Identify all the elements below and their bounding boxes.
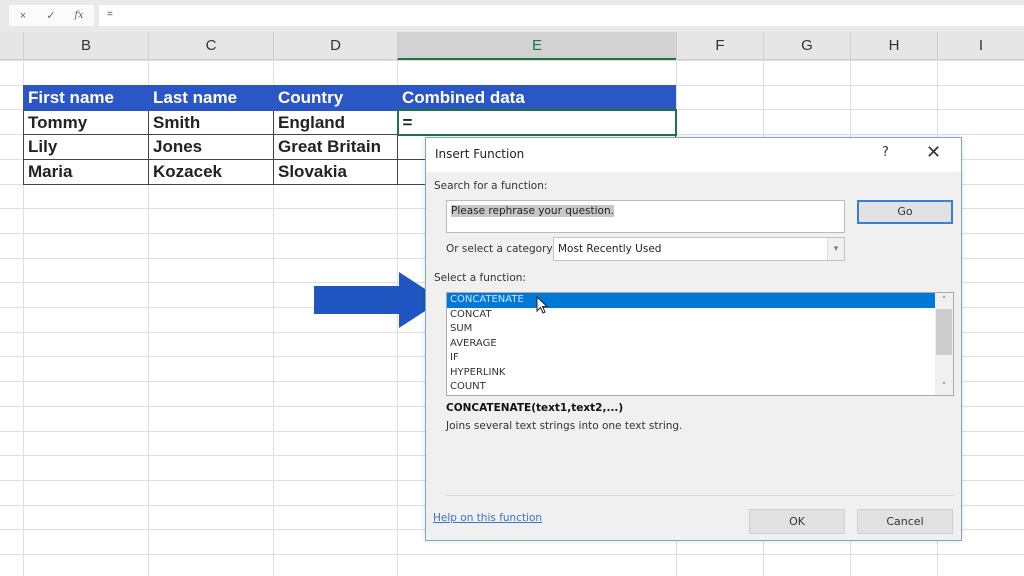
confirm-entry-icon[interactable]: ✓ bbox=[37, 9, 65, 22]
help-icon[interactable]: ? bbox=[882, 145, 889, 160]
dialog-title: Insert Function bbox=[435, 147, 525, 161]
header-cell[interactable]: Country bbox=[273, 85, 398, 111]
close-icon[interactable]: ✕ bbox=[926, 142, 941, 163]
header-cell[interactable]: First name bbox=[23, 85, 149, 111]
function-search-input[interactable]: Please rephrase your question. bbox=[446, 200, 845, 233]
function-list[interactable]: CONCATENATE CONCAT SUM AVERAGE IF HYPERL… bbox=[446, 292, 954, 396]
table-cell[interactable]: Jones bbox=[148, 134, 274, 161]
function-list-item[interactable]: COUNT bbox=[447, 380, 936, 395]
column-header-b[interactable]: B bbox=[23, 32, 148, 60]
function-description: Joins several text strings into one text… bbox=[446, 420, 683, 432]
dialog-title-bar[interactable]: Insert Function ? ✕ bbox=[426, 138, 961, 172]
column-headers: B C D E F G H I bbox=[0, 32, 1024, 60]
search-label: Search for a function: bbox=[434, 180, 548, 192]
ok-button[interactable]: OK bbox=[749, 509, 845, 534]
function-list-item[interactable]: IF bbox=[447, 351, 936, 366]
formula-buttons: × ✓ fx bbox=[9, 5, 94, 26]
table-cell[interactable]: Lily bbox=[23, 134, 149, 161]
function-signature: CONCATENATE(text1,text2,...) bbox=[446, 402, 624, 414]
help-on-function-link[interactable]: Help on this function bbox=[433, 512, 542, 524]
column-header-h[interactable]: H bbox=[850, 32, 937, 60]
mouse-cursor-icon bbox=[536, 296, 549, 314]
table-cell[interactable]: Tommy bbox=[23, 109, 149, 136]
function-list-item[interactable]: SUM bbox=[447, 322, 936, 337]
scroll-down-icon[interactable]: ˅ bbox=[935, 379, 953, 395]
table-cell[interactable]: Smith bbox=[148, 109, 274, 136]
search-text: Please rephrase your question. bbox=[451, 205, 614, 217]
table-row: Tommy Smith England = bbox=[23, 109, 677, 136]
chevron-down-icon[interactable]: ▾ bbox=[827, 238, 844, 260]
header-cell[interactable]: Combined data bbox=[397, 85, 676, 111]
grid-row-line bbox=[0, 60, 1024, 61]
function-list-item[interactable]: CONCATENATE bbox=[447, 293, 936, 308]
table-cell[interactable]: Great Britain bbox=[273, 134, 398, 161]
grid-row-line bbox=[0, 554, 1024, 555]
insert-function-dialog: Insert Function ? ✕ Search for a functio… bbox=[425, 137, 962, 541]
active-cell[interactable]: = bbox=[396, 109, 677, 136]
column-header-f[interactable]: F bbox=[676, 32, 763, 60]
function-list-item[interactable]: CONCAT bbox=[447, 308, 936, 323]
table-cell[interactable]: England bbox=[273, 109, 398, 136]
table-cell[interactable]: Kozacek bbox=[148, 159, 274, 185]
category-value: Most Recently Used bbox=[558, 243, 662, 255]
function-list-item[interactable]: AVERAGE bbox=[447, 337, 936, 352]
header-cell[interactable]: Last name bbox=[148, 85, 274, 111]
column-header-g[interactable]: G bbox=[763, 32, 850, 60]
column-header-i[interactable]: I bbox=[937, 32, 1024, 60]
column-header-d[interactable]: D bbox=[273, 32, 397, 60]
formula-input[interactable]: = bbox=[99, 5, 1024, 26]
cancel-entry-icon[interactable]: × bbox=[9, 10, 37, 22]
formula-bar-area: × ✓ fx = bbox=[0, 0, 1024, 32]
category-label: Or select a category: bbox=[446, 243, 556, 255]
divider bbox=[446, 495, 954, 496]
table-header-row: First name Last name Country Combined da… bbox=[23, 85, 676, 111]
cancel-button[interactable]: Cancel bbox=[857, 509, 953, 534]
scroll-up-icon[interactable]: ˄ bbox=[935, 293, 953, 309]
insert-function-icon[interactable]: fx bbox=[65, 10, 93, 21]
category-dropdown[interactable]: Most Recently Used ▾ bbox=[553, 237, 845, 261]
column-header-e[interactable]: E bbox=[397, 32, 676, 60]
table-cell[interactable]: Maria bbox=[23, 159, 149, 185]
table-cell[interactable]: Slovakia bbox=[273, 159, 398, 185]
go-button[interactable]: Go bbox=[857, 200, 953, 224]
function-list-scrollbar[interactable]: ˄ ˅ bbox=[935, 293, 953, 395]
column-header-c[interactable]: C bbox=[148, 32, 273, 60]
function-list-item[interactable]: HYPERLINK bbox=[447, 366, 936, 381]
select-function-label: Select a function: bbox=[434, 272, 526, 284]
scroll-thumb[interactable] bbox=[936, 309, 952, 355]
